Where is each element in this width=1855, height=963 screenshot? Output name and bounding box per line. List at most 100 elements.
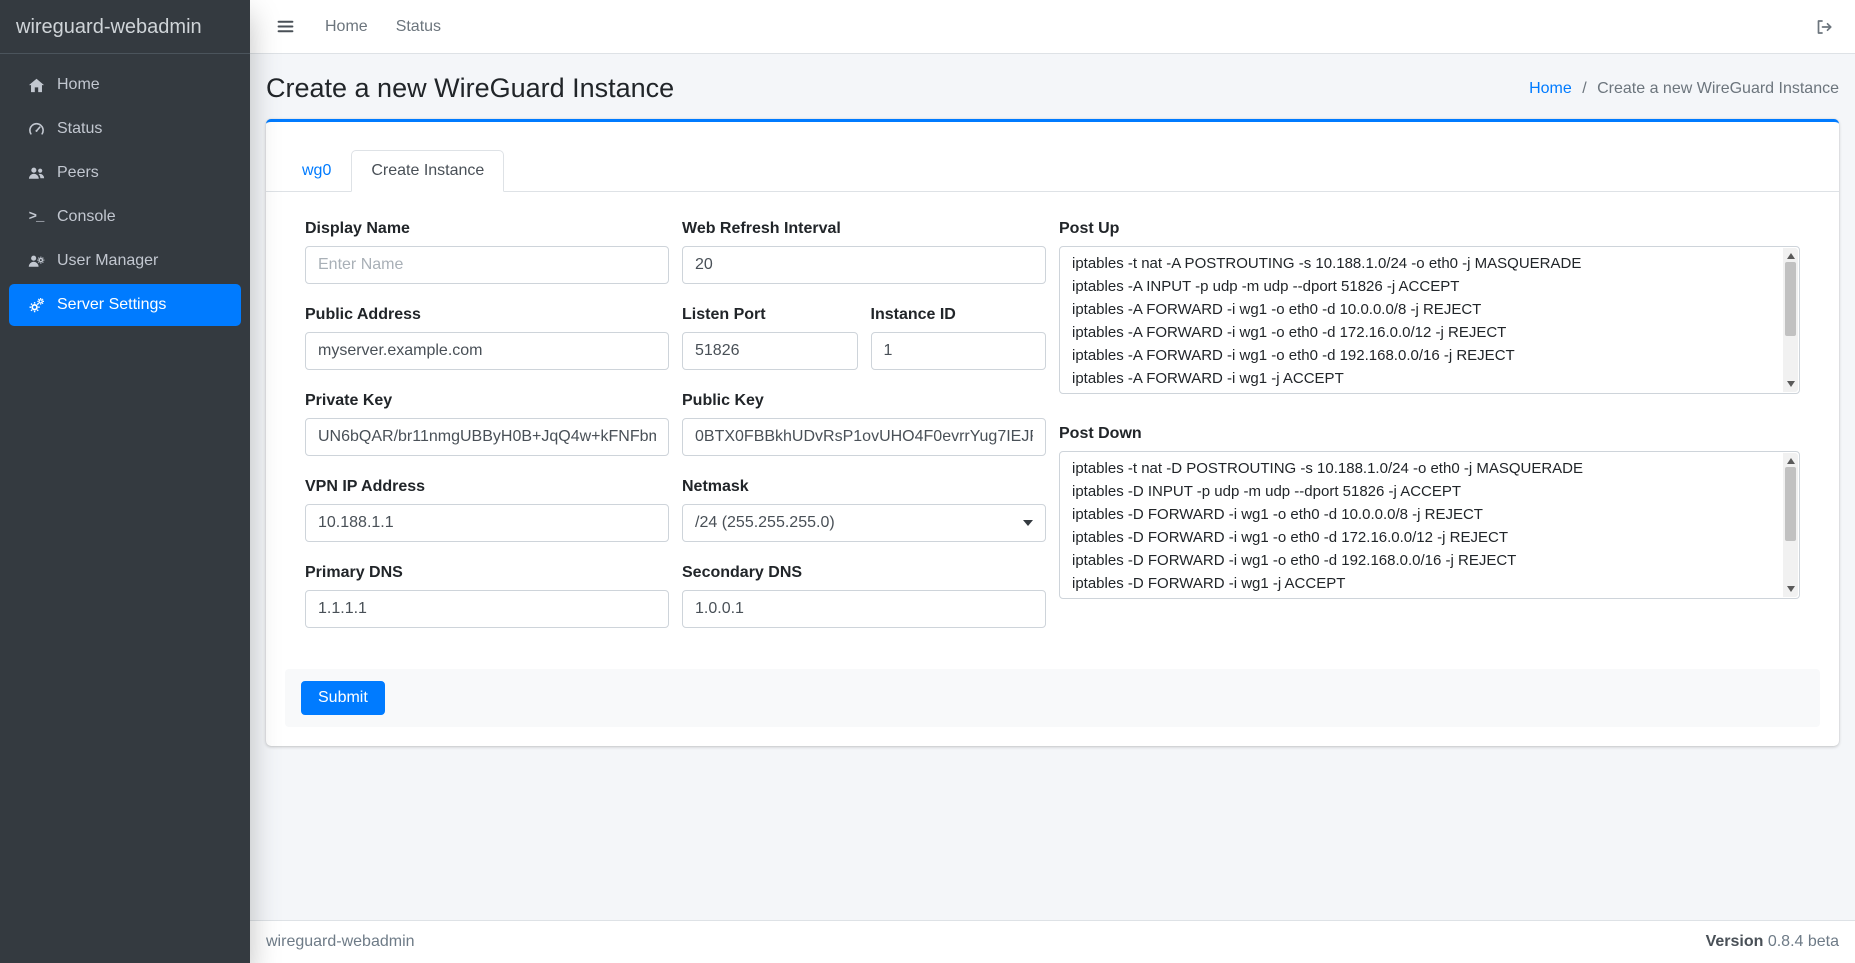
public-key-input[interactable] (682, 418, 1046, 456)
form-column-3: Post Up iptables -t nat -A POSTROUTING -… (1059, 219, 1800, 629)
post-down-line: iptables -D FORWARD -i wg1 -o eth0 -d 10… (1072, 503, 1771, 526)
scroll-up-icon[interactable] (1787, 458, 1795, 464)
post-up-line: iptables -A FORWARD -i wg1 -o eth0 -d 10… (1072, 298, 1771, 321)
post-down-line: iptables -D FORWARD -i wg1 -o eth0 -d 19… (1072, 549, 1771, 572)
web-refresh-interval-label: Web Refresh Interval (682, 219, 1046, 238)
sidebar-item-label: Server Settings (57, 295, 166, 315)
footer-version-label: Version (1706, 933, 1764, 950)
primary-dns-input[interactable] (305, 590, 669, 628)
logout-button[interactable] (1809, 10, 1839, 44)
sidebar-item-label: Status (57, 119, 102, 139)
port-id-row: Listen Port Instance ID (682, 305, 1046, 391)
public-key-label: Public Key (682, 391, 1046, 410)
user-gear-icon (25, 253, 47, 270)
breadcrumb: Home / Create a new WireGuard Instance (1529, 80, 1839, 98)
home-icon (25, 77, 47, 94)
sidebar-nav: Home Status Peers >_ Console (0, 54, 250, 338)
instance-id-input[interactable] (871, 332, 1047, 370)
post-up-line: iptables -A INPUT -p udp -m udp --dport … (1072, 275, 1771, 298)
sidebar-item-home[interactable]: Home (9, 64, 241, 106)
terminal-icon: >_ (25, 207, 47, 227)
chevron-down-icon (1023, 520, 1033, 526)
post-up-line: iptables -A FORWARD -i wg1 -j ACCEPT (1072, 367, 1771, 390)
instance-id-label: Instance ID (871, 305, 1047, 324)
post-down-scrollbar[interactable] (1783, 453, 1798, 597)
sidebar-item-label: Home (57, 75, 100, 95)
post-up-label: Post Up (1059, 219, 1800, 238)
top-navbar: Home Status (250, 0, 1855, 54)
topnav-link-home[interactable]: Home (311, 10, 382, 44)
sidebar-item-label: Peers (57, 163, 99, 183)
sidebar-item-user-manager[interactable]: User Manager (9, 240, 241, 282)
footer-brand: wireguard-webadmin (266, 933, 415, 951)
content-area: Create a new WireGuard Instance Home / C… (250, 54, 1855, 920)
card-body: Display Name Public Address Private Key (266, 192, 1839, 746)
netmask-label: Netmask (682, 477, 1046, 496)
public-address-input[interactable] (305, 332, 669, 370)
scroll-up-icon[interactable] (1787, 253, 1795, 259)
gauge-icon (25, 121, 47, 138)
instance-card: wg0 Create Instance Display Name Public (266, 119, 1839, 746)
sidebar-item-label: Console (57, 207, 116, 227)
post-up-scrollbar[interactable] (1783, 248, 1798, 392)
post-up-scrollbar-thumb[interactable] (1785, 262, 1796, 336)
secondary-dns-label: Secondary DNS (682, 563, 1046, 582)
gears-icon (25, 297, 47, 314)
post-down-line: iptables -D INPUT -p udp -m udp --dport … (1072, 480, 1771, 503)
app-window: wireguard-webadmin Home Status Peers (0, 0, 1855, 963)
scroll-down-icon[interactable] (1787, 381, 1795, 387)
display-name-label: Display Name (305, 219, 669, 238)
secondary-dns-input[interactable] (682, 590, 1046, 628)
sidebar-item-peers[interactable]: Peers (9, 152, 241, 194)
public-address-label: Public Address (305, 305, 669, 324)
post-up-line: iptables -t nat -A POSTROUTING -s 10.188… (1072, 252, 1771, 275)
content-header: Create a new WireGuard Instance Home / C… (250, 54, 1855, 119)
sidebar: wireguard-webadmin Home Status Peers (0, 0, 250, 963)
menu-icon (276, 17, 295, 36)
form-footer: Submit (285, 669, 1820, 727)
topnav-link-status[interactable]: Status (382, 10, 455, 44)
breadcrumb-separator: / (1582, 80, 1586, 97)
post-down-line: iptables -D FORWARD -i wg1 -j ACCEPT (1072, 572, 1771, 595)
footer-version: Version 0.8.4 beta (1706, 933, 1839, 951)
logout-icon (1815, 18, 1833, 36)
tab-create-instance[interactable]: Create Instance (351, 150, 504, 192)
form-column-2: Web Refresh Interval Listen Port Instanc… (682, 219, 1046, 649)
post-up-line: iptables -A FORWARD -i wg1 -o eth0 -d 19… (1072, 344, 1771, 367)
sidebar-item-label: User Manager (57, 251, 158, 271)
breadcrumb-current: Create a new WireGuard Instance (1597, 80, 1839, 97)
sidebar-item-server-settings[interactable]: Server Settings (9, 284, 241, 326)
tab-wg0[interactable]: wg0 (282, 150, 351, 192)
brand: wireguard-webadmin (0, 0, 250, 54)
post-up-line: iptables -A FORWARD -i wg1 -o eth0 -d 17… (1072, 321, 1771, 344)
form-column-1: Display Name Public Address Private Key (305, 219, 669, 649)
instance-form: Display Name Public Address Private Key (285, 219, 1820, 649)
vpn-ip-input[interactable] (305, 504, 669, 542)
netmask-selected-value: /24 (255.255.255.0) (695, 514, 1015, 532)
private-key-input[interactable] (305, 418, 669, 456)
page-title: Create a new WireGuard Instance (266, 72, 674, 105)
listen-port-input[interactable] (682, 332, 858, 370)
scroll-down-icon[interactable] (1787, 586, 1795, 592)
sidebar-item-status[interactable]: Status (9, 108, 241, 150)
main-panel: Home Status Create a new WireGuard Insta… (250, 0, 1855, 963)
users-icon (25, 165, 47, 182)
sidebar-toggle-button[interactable] (266, 9, 305, 44)
primary-dns-label: Primary DNS (305, 563, 669, 582)
private-key-label: Private Key (305, 391, 669, 410)
post-down-line: iptables -t nat -D POSTROUTING -s 10.188… (1072, 457, 1771, 480)
breadcrumb-home-link[interactable]: Home (1529, 80, 1572, 97)
display-name-input[interactable] (305, 246, 669, 284)
footer-version-value: 0.8.4 beta (1768, 933, 1839, 950)
instance-tabs: wg0 Create Instance (266, 122, 1839, 192)
listen-port-label: Listen Port (682, 305, 858, 324)
netmask-select[interactable]: /24 (255.255.255.0) (682, 504, 1046, 542)
post-down-scrollbar-thumb[interactable] (1785, 467, 1796, 541)
web-refresh-interval-input[interactable] (682, 246, 1046, 284)
sidebar-item-console[interactable]: >_ Console (9, 196, 241, 238)
post-down-label: Post Down (1059, 424, 1800, 443)
post-up-textarea[interactable]: iptables -t nat -A POSTROUTING -s 10.188… (1059, 246, 1800, 394)
submit-button[interactable]: Submit (301, 681, 385, 715)
post-down-textarea[interactable]: iptables -t nat -D POSTROUTING -s 10.188… (1059, 451, 1800, 599)
footer: wireguard-webadmin Version 0.8.4 beta (250, 920, 1855, 963)
